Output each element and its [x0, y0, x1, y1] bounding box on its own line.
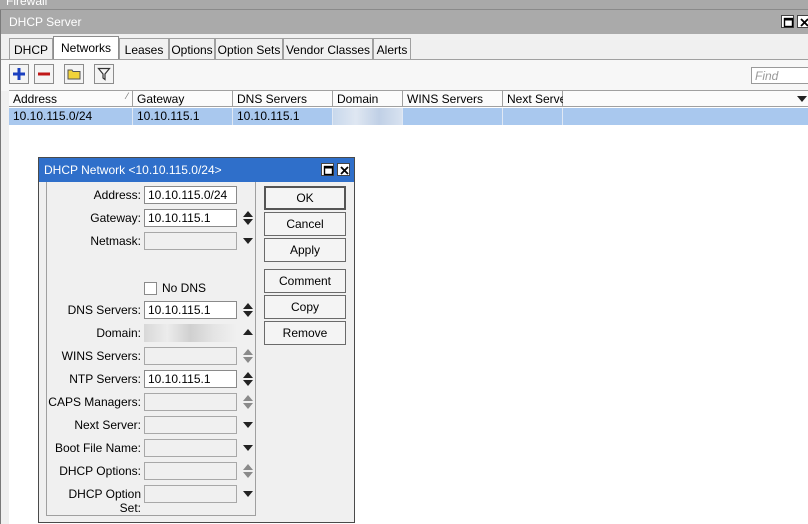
- column-header-wins-servers[interactable]: WINS Servers: [403, 91, 503, 107]
- filter-icon: [97, 67, 111, 81]
- chevron-down-icon[interactable]: [242, 418, 254, 432]
- maximize-button[interactable]: [781, 15, 794, 28]
- chevron-up-icon[interactable]: [242, 326, 254, 340]
- comment-button[interactable]: [64, 64, 84, 84]
- plus-icon: [13, 68, 25, 80]
- tab-leases[interactable]: Leases: [119, 38, 169, 60]
- updown-icon[interactable]: [242, 372, 254, 386]
- chevron-down-icon[interactable]: [242, 234, 254, 248]
- tab-vendor-classes[interactable]: Vendor Classes: [283, 38, 373, 60]
- cell-address: 10.10.115.0/24: [9, 108, 133, 125]
- netmask-label: Netmask:: [90, 234, 141, 248]
- toolbar: Find: [1, 59, 808, 91]
- copy-button[interactable]: Copy: [264, 295, 346, 319]
- domain-label: Domain:: [96, 326, 141, 340]
- dialog-titlebar[interactable]: DHCP Network <10.10.115.0/24>: [39, 158, 354, 182]
- dhcp-options-label: DHCP Options:: [59, 464, 141, 478]
- dhcp-option-set-select[interactable]: [144, 485, 237, 503]
- updown-icon[interactable]: [242, 464, 254, 478]
- dialog-maximize-button[interactable]: [321, 163, 334, 176]
- minus-icon: [38, 72, 50, 76]
- column-header-dns-servers[interactable]: DNS Servers: [233, 91, 333, 107]
- caps-managers-label: CAPS Managers:: [48, 395, 141, 409]
- sort-indicator-icon: ⁄: [126, 91, 128, 101]
- caps-managers-input[interactable]: [144, 393, 237, 411]
- tab-option-sets[interactable]: Option Sets: [215, 38, 283, 60]
- find-input[interactable]: Find: [751, 67, 808, 84]
- no-dns-label: No DNS: [162, 281, 207, 295]
- cell-wins-servers: [403, 108, 503, 125]
- cell-dns-servers: 10.10.115.1: [233, 108, 333, 125]
- close-icon: [800, 18, 808, 27]
- maximize-icon: [783, 17, 794, 28]
- window-title: DHCP Server: [9, 15, 82, 29]
- tab-options[interactable]: Options: [169, 38, 215, 60]
- dialog-form: Address: 10.10.115.0/24 Gateway: 10.10.1…: [46, 182, 256, 516]
- cell-next-server: [503, 108, 563, 125]
- gateway-input[interactable]: 10.10.115.1: [144, 209, 237, 227]
- chevron-down-icon[interactable]: [242, 441, 254, 455]
- dialog-close-button[interactable]: [337, 163, 350, 176]
- address-input[interactable]: 10.10.115.0/24: [144, 186, 237, 204]
- dialog-title: DHCP Network <10.10.115.0/24>: [44, 163, 222, 177]
- checkbox-box[interactable]: [144, 282, 157, 295]
- cell-domain: [333, 108, 403, 125]
- updown-icon[interactable]: [242, 211, 254, 225]
- domain-input[interactable]: [144, 324, 237, 342]
- remove-button[interactable]: [34, 64, 54, 84]
- remove-button[interactable]: Remove: [264, 321, 346, 345]
- updown-icon[interactable]: [242, 395, 254, 409]
- next-server-label: Next Server:: [74, 418, 141, 432]
- close-button[interactable]: [797, 15, 808, 28]
- wins-servers-input[interactable]: [144, 347, 237, 365]
- dhcp-option-set-label: DHCP Option Set:: [68, 487, 141, 515]
- window-titlebar[interactable]: DHCP Server: [1, 10, 808, 34]
- next-server-select[interactable]: [144, 416, 237, 434]
- column-header-address[interactable]: Address ⁄: [9, 91, 133, 107]
- ntp-servers-input[interactable]: 10.10.115.1: [144, 370, 237, 388]
- column-header-next-server[interactable]: Next Server: [503, 91, 570, 107]
- close-icon: [340, 166, 349, 175]
- maximize-icon: [323, 165, 334, 176]
- address-label: Address:: [93, 188, 141, 202]
- tab-alerts[interactable]: Alerts: [373, 38, 411, 60]
- gateway-label: Gateway:: [90, 211, 141, 225]
- dhcp-options-input[interactable]: [144, 462, 237, 480]
- column-menu-chevron-down-icon[interactable]: [797, 95, 807, 103]
- netmask-select[interactable]: [144, 232, 237, 250]
- column-header-gateway[interactable]: Gateway: [133, 91, 233, 107]
- background-window-title: Firewall: [6, 0, 48, 8]
- column-header-filler: [563, 91, 808, 107]
- dns-servers-label: DNS Servers:: [67, 303, 141, 317]
- cell-gateway: 10.10.115.1: [133, 108, 233, 125]
- tab-networks[interactable]: Networks: [53, 36, 119, 60]
- filter-button[interactable]: [94, 64, 114, 84]
- boot-file-name-select[interactable]: [144, 439, 237, 457]
- updown-icon[interactable]: [242, 303, 254, 317]
- tab-dhcp[interactable]: DHCP: [9, 38, 53, 60]
- comment-note-icon: [67, 69, 81, 80]
- column-header-domain[interactable]: Domain: [333, 91, 403, 107]
- boot-file-name-label: Boot File Name:: [54, 441, 141, 455]
- chevron-down-icon[interactable]: [242, 487, 254, 501]
- updown-icon[interactable]: [242, 349, 254, 363]
- ntp-servers-label: NTP Servers:: [69, 372, 141, 386]
- apply-button[interactable]: Apply: [264, 238, 346, 262]
- background-window-titlebar[interactable]: Firewall: [0, 0, 808, 10]
- comment-button[interactable]: Comment: [264, 269, 346, 293]
- cancel-button[interactable]: Cancel: [264, 212, 346, 236]
- wins-servers-label: WINS Servers:: [61, 349, 141, 363]
- add-button[interactable]: [9, 64, 29, 84]
- ok-button[interactable]: OK: [264, 186, 346, 210]
- dns-servers-input[interactable]: 10.10.115.1: [144, 301, 237, 319]
- dhcp-network-dialog: DHCP Network <10.10.115.0/24> Address: 1…: [38, 157, 355, 523]
